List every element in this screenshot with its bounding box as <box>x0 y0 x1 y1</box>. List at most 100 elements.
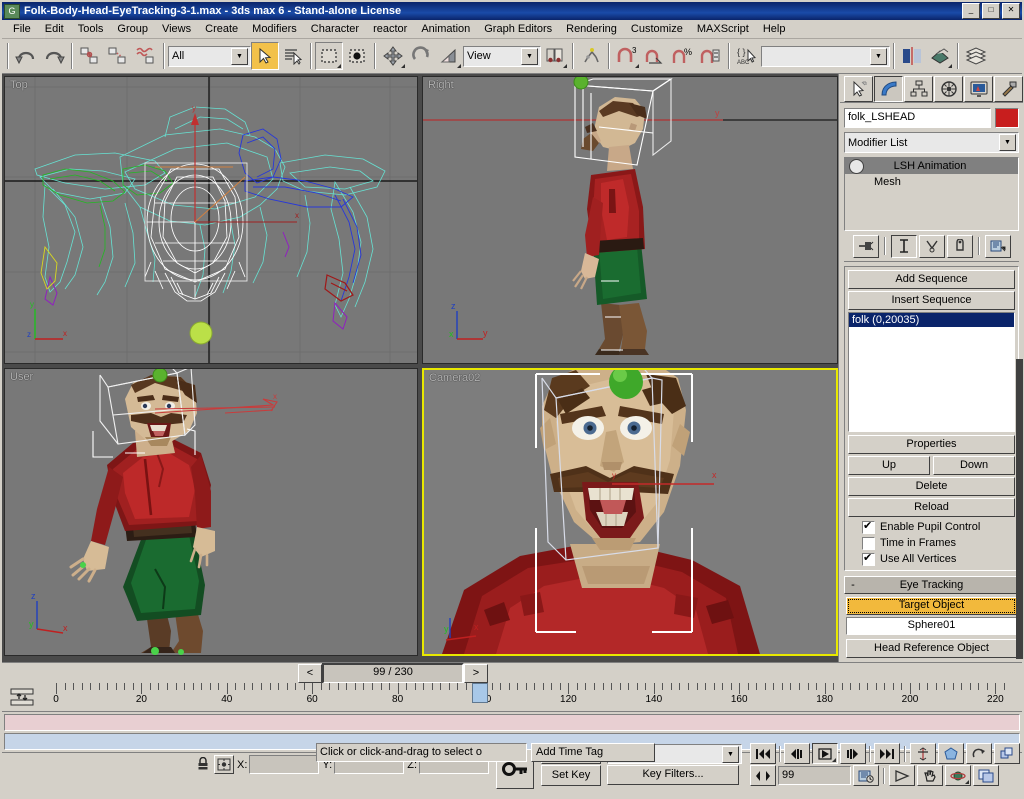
layer-manager-icon[interactable] <box>962 42 990 70</box>
properties-button[interactable]: Properties <box>848 435 1015 454</box>
object-color-swatch[interactable] <box>995 108 1019 128</box>
flyout-corner-icon[interactable] <box>832 758 836 762</box>
menu-rendering[interactable]: Rendering <box>559 21 624 37</box>
maximize-button[interactable]: □ <box>982 3 1000 19</box>
configure-modifier-sets-icon[interactable] <box>985 235 1011 258</box>
go-to-end-icon[interactable] <box>874 743 900 764</box>
menu-maxscript[interactable]: MAXScript <box>690 21 756 37</box>
zoom-extents-icon[interactable] <box>966 743 992 764</box>
menu-edit[interactable]: Edit <box>38 21 71 37</box>
lock-selection-icon[interactable] <box>195 757 211 772</box>
viewport-user-label[interactable]: User <box>10 371 33 383</box>
close-button[interactable]: ✕ <box>1002 3 1020 19</box>
set-key-button[interactable]: Set Key <box>541 765 601 786</box>
go-to-start-icon[interactable] <box>750 743 776 764</box>
remove-modifier-icon[interactable] <box>947 235 973 258</box>
tab-display[interactable] <box>964 76 993 102</box>
flyout-corner-icon[interactable] <box>948 64 952 68</box>
rectangular-selection-region-icon[interactable] <box>315 42 343 70</box>
menu-customize[interactable]: Customize <box>624 21 690 37</box>
tab-create[interactable] <box>844 76 873 102</box>
reference-coordinate-combo[interactable]: View ▼ <box>463 46 541 67</box>
chevron-down-icon[interactable]: ▼ <box>521 48 538 65</box>
time-configuration-icon[interactable] <box>2 683 42 711</box>
select-and-move-icon[interactable] <box>379 42 407 70</box>
object-name-field[interactable]: folk_LSHEAD <box>844 108 991 128</box>
chevron-down-icon[interactable]: ▼ <box>999 134 1016 151</box>
modifier-stack-list[interactable]: LSH Animation Mesh <box>844 157 1019 231</box>
time-in-frames-row[interactable]: Time in Frames <box>848 535 1015 551</box>
select-and-manipulate-icon[interactable] <box>577 42 605 70</box>
time-configuration-button-icon[interactable] <box>853 765 879 786</box>
enable-pupil-control-row[interactable]: Enable Pupil Control <box>848 519 1015 535</box>
menu-reactor[interactable]: reactor <box>366 21 414 37</box>
menu-tools[interactable]: Tools <box>71 21 111 37</box>
use-all-vertices-row[interactable]: Use All Vertices <box>848 551 1015 567</box>
time-slider-readout[interactable]: 99 / 230 <box>322 663 464 684</box>
tab-motion[interactable] <box>934 76 963 102</box>
menu-animation[interactable]: Animation <box>414 21 477 37</box>
zoom-all-icon[interactable] <box>938 743 964 764</box>
current-frame-field[interactable]: 99 <box>778 766 851 785</box>
flyout-corner-icon[interactable] <box>337 64 341 68</box>
tab-hierarchy[interactable] <box>904 76 933 102</box>
chevron-down-icon[interactable]: ▼ <box>722 746 739 763</box>
previous-frame-icon[interactable] <box>784 743 810 764</box>
menu-create[interactable]: Create <box>198 21 245 37</box>
down-button[interactable]: Down <box>933 456 1015 475</box>
select-and-uniform-scale-icon[interactable] <box>435 42 463 70</box>
reload-button[interactable]: Reload <box>848 498 1015 517</box>
add-time-tag-button[interactable]: Add Time Tag <box>531 743 655 762</box>
menu-character[interactable]: Character <box>304 21 366 37</box>
arc-rotate-icon[interactable] <box>945 765 971 786</box>
sequence-list[interactable]: folk (0,20035) <box>848 312 1015 432</box>
pan-icon[interactable] <box>917 765 943 786</box>
use-pivot-point-center-icon[interactable] <box>541 42 569 70</box>
percent-snap-toggle-icon[interactable]: % <box>669 42 697 70</box>
unlink-selection-icon[interactable] <box>104 42 132 70</box>
undo-icon[interactable] <box>12 42 40 70</box>
select-and-link-icon[interactable] <box>76 42 104 70</box>
flyout-corner-icon[interactable] <box>965 780 969 784</box>
named-selection-set-combo[interactable]: ▼ <box>761 46 890 67</box>
track-bar-keys-row[interactable] <box>4 714 1020 731</box>
command-panel-scrollbar[interactable] <box>1016 359 1023 659</box>
pin-stack-icon[interactable] <box>853 235 879 258</box>
target-object-value[interactable]: Sphere01 <box>846 617 1017 635</box>
key-filters-button[interactable]: Key Filters... <box>607 765 739 785</box>
time-in-frames-checkbox[interactable] <box>862 537 875 550</box>
menu-help[interactable]: Help <box>756 21 793 37</box>
play-animation-icon[interactable] <box>812 743 838 764</box>
viewport-user[interactable]: User <box>4 368 418 656</box>
angle-snap-toggle-icon[interactable] <box>641 42 669 70</box>
flyout-corner-icon[interactable] <box>401 64 405 68</box>
menu-views[interactable]: Views <box>155 21 198 37</box>
viewport-camera02-label[interactable]: Camera02 <box>429 372 480 384</box>
enable-pupil-control-checkbox[interactable] <box>862 521 875 534</box>
flyout-corner-icon[interactable] <box>635 64 639 68</box>
viewport-camera02[interactable]: Camera02 <box>422 368 838 656</box>
ruler-ticks[interactable]: 020406080100120140160180200220 <box>42 683 1022 711</box>
next-frame-arrow[interactable]: > <box>464 664 488 683</box>
absolute-relative-transform-icon[interactable] <box>214 755 234 774</box>
show-end-result-icon[interactable] <box>891 235 917 258</box>
viewport-top[interactable]: Top <box>4 76 418 364</box>
selection-filter-combo[interactable]: All ▼ <box>168 46 251 67</box>
chevron-down-icon[interactable]: ▼ <box>870 48 887 65</box>
time-slider-thumb[interactable] <box>472 683 488 703</box>
sequence-list-item[interactable]: folk (0,20035) <box>849 313 1014 327</box>
redo-icon[interactable] <box>40 42 68 70</box>
use-all-vertices-checkbox[interactable] <box>862 553 875 566</box>
tab-utilities[interactable] <box>994 76 1023 102</box>
viewport-top-label[interactable]: Top <box>10 79 28 91</box>
tab-modify[interactable] <box>874 76 903 102</box>
collapse-minus-icon[interactable]: - <box>845 579 861 591</box>
x-input[interactable] <box>249 755 319 774</box>
modifier-stack-item-mesh[interactable]: Mesh <box>845 174 1018 190</box>
maximize-viewport-icon[interactable] <box>973 765 999 786</box>
flyout-corner-icon[interactable] <box>457 64 461 68</box>
key-mode-icon[interactable] <box>750 765 776 786</box>
previous-frame-arrow[interactable]: < <box>298 664 322 683</box>
bind-to-space-warp-icon[interactable] <box>132 42 160 70</box>
time-slider[interactable]: < 99 / 230 > <box>298 663 488 684</box>
